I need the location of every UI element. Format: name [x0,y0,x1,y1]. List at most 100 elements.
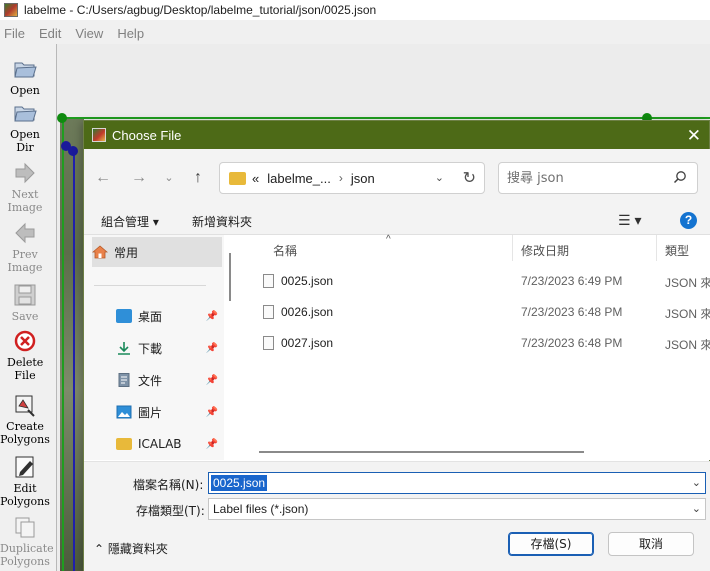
create-polygons-button[interactable]: Create Polygons [0,392,50,446]
polygon-vertex[interactable] [57,113,67,123]
hide-folders-toggle[interactable]: ⌃ 隱藏資料夾 [94,540,168,557]
window-title: labelme - C:/Users/agbug/Desktop/labelme… [24,3,377,17]
filetype-select[interactable]: Label files (*.json) ⌄ [208,498,706,520]
organize-menu[interactable]: 組合管理 ▾ [101,213,159,230]
open-dir-button[interactable]: Open Dir [0,100,50,154]
close-icon[interactable]: ✕ [687,126,701,146]
forward-arrow-icon[interactable]: → [128,167,150,189]
column-header-type[interactable]: 類型 [665,242,689,262]
polygon-vertex[interactable] [68,146,78,156]
prev-image-icon [15,222,35,244]
prev-image-button[interactable]: Prev Image [0,220,50,274]
address-bar[interactable]: « labelme_... › json ⌄ ↻ [219,162,485,194]
create-polygons-label: Create Polygons [0,420,50,446]
filename-label: 檔案名稱(N): [133,478,204,492]
file-modified: 7/23/2023 6:48 PM [521,336,623,350]
menu-view[interactable]: View [75,26,103,41]
edit-polygons-label: Edit Polygons [0,482,50,508]
pictures-icon [116,405,132,419]
search-box[interactable] [498,162,698,194]
dialog-navbar: ← → ⌄ ↑ « labelme_... › json ⌄ ↻ [84,149,710,207]
nav-label-quick-access: 常用 [114,245,139,260]
new-folder-button[interactable]: 新增資料夾 [192,213,252,230]
open-folder-icon [14,62,37,78]
pin-icon[interactable]: 📌 [206,343,218,354]
column-divider[interactable] [512,235,513,261]
file-list: 名稱 ^ 修改日期 類型 0025.json 7/23/2023 6:49 PM… [238,234,710,460]
view-options-icon[interactable]: ☰ ▾ [618,212,641,229]
dialog-title: Choose File [112,127,182,143]
nav-item-documents[interactable]: 文件 📌 [116,365,222,395]
recent-chevron-icon[interactable]: ⌄ [158,167,180,189]
open-button[interactable]: Open [0,56,50,97]
file-name: 0027.json [281,336,334,350]
up-arrow-icon[interactable]: ↑ [187,167,209,189]
file-type: JSON 來 [665,338,710,352]
column-header-modified[interactable]: 修改日期 [521,242,569,262]
nav-label-pictures: 圖片 [138,405,163,420]
nav-item-downloads[interactable]: 下載 📌 [116,333,222,363]
pin-icon[interactable]: 📌 [206,407,218,418]
file-row[interactable]: 0026.json 7/23/2023 6:48 PM JSON 來 [238,299,710,327]
create-polygon-icon [15,395,35,417]
save-button[interactable]: Save [0,282,50,323]
json-file-icon [263,305,274,319]
json-file-icon [263,274,274,288]
menu-edit[interactable]: Edit [39,26,61,41]
save-label: Save [11,310,39,323]
file-row[interactable]: 0025.json 7/23/2023 6:49 PM JSON 來 [238,268,710,296]
folder-icon [116,438,132,450]
filename-input[interactable]: 0025.json ⌄ [208,472,706,494]
menu-file[interactable]: File [4,26,25,41]
duplicate-icon [15,517,35,538]
polygon-edge-top [62,117,710,119]
pin-icon[interactable]: 📌 [206,311,218,322]
json-file-icon [263,336,274,350]
address-overflow[interactable]: « [252,171,259,186]
chevron-up-icon: ⌃ [94,542,105,556]
nav-item-pictures[interactable]: 圖片 📌 [116,397,222,427]
nav-item-icalab[interactable]: ICALAB 📌 [116,429,222,459]
address-dropdown-icon[interactable]: ⌄ [435,171,444,184]
column-header-name[interactable]: 名稱 [273,242,297,262]
delete-file-button[interactable]: Delete File [0,328,50,382]
file-modified: 7/23/2023 6:48 PM [521,305,623,319]
cancel-button[interactable]: 取消 [608,532,694,556]
column-divider[interactable] [656,235,657,261]
menu-help[interactable]: Help [117,26,144,41]
desktop-icon [116,309,132,323]
home-icon [92,245,108,259]
edit-polygons-button[interactable]: Edit Polygons [0,454,50,508]
tool-column: Open Open Dir Next Image Prev Image Save [0,48,54,571]
edit-polygon-icon [15,456,34,478]
pin-icon[interactable]: 📌 [206,375,218,386]
file-name: 0025.json [281,274,334,288]
pin-icon[interactable]: 📌 [206,439,218,450]
nav-label-downloads: 下載 [138,341,163,356]
breadcrumb-labelme[interactable]: labelme_... [267,171,331,186]
help-icon[interactable]: ? [680,212,697,229]
next-image-button[interactable]: Next Image [0,160,50,214]
save-dialog-button[interactable]: 存檔(S) [508,532,594,556]
duplicate-polygons-button[interactable]: Duplicate Polygons [0,514,54,568]
delete-file-label: Delete File [7,356,44,382]
search-input[interactable] [507,170,657,186]
open-dir-icon [14,106,37,122]
breadcrumb-json[interactable]: json [351,171,375,186]
nav-scrollbar[interactable] [229,253,231,301]
horizontal-scrollbar[interactable] [259,451,584,453]
duplicate-polygons-label: Duplicate Polygons [0,542,54,568]
refresh-icon[interactable]: ↻ [463,168,476,188]
dialog-app-icon [92,128,106,142]
chevron-down-icon[interactable]: ⌄ [692,476,701,489]
file-type: JSON 來 [665,307,710,321]
chevron-down-icon[interactable]: ⌄ [692,502,701,515]
file-row[interactable]: 0027.json 7/23/2023 6:48 PM JSON 來 [238,330,710,358]
back-arrow-icon[interactable]: ← [92,167,114,189]
nav-item-quick-access[interactable]: 常用 [92,237,222,267]
open-label: Open [10,84,40,97]
nav-item-desktop[interactable]: 桌面 📌 [116,301,222,331]
nav-label-documents: 文件 [138,373,163,388]
folder-icon [229,171,246,185]
choose-file-dialog: Choose File ✕ ← → ⌄ ↑ « labelme_... › js… [83,120,710,571]
